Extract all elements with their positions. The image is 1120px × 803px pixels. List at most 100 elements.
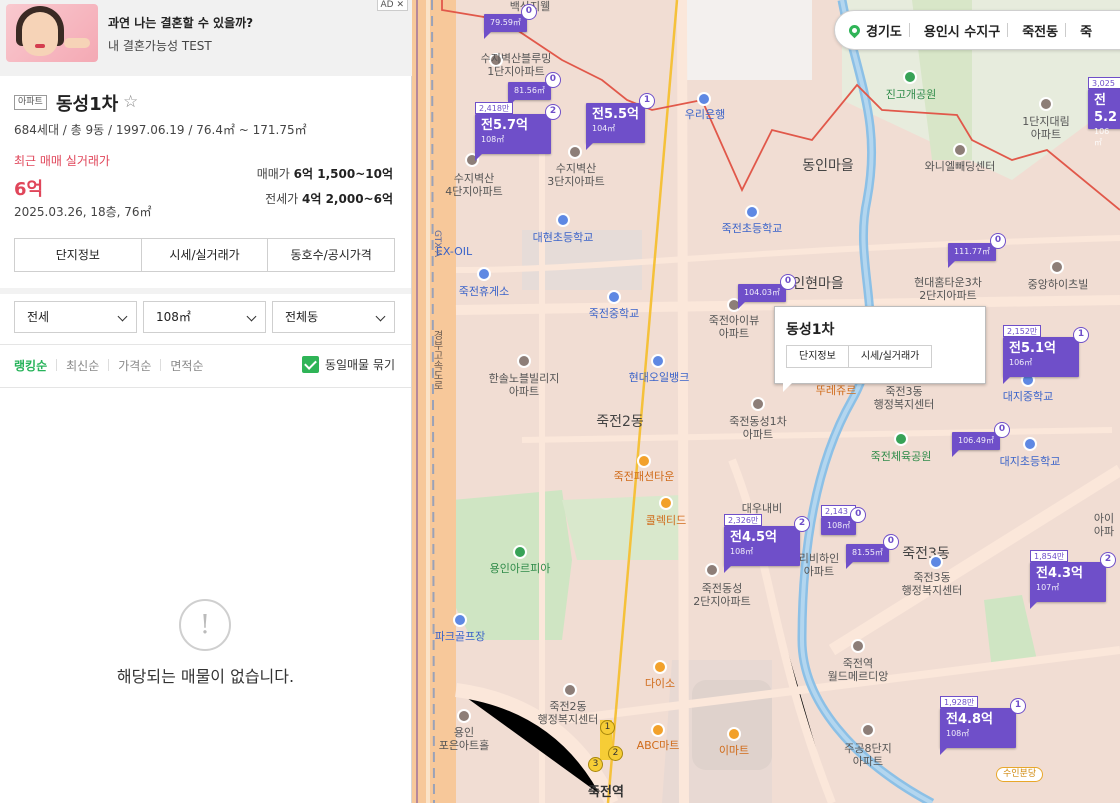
apartment-pin-icon[interactable] xyxy=(1039,97,1053,111)
map-label[interactable]: 죽전패션타운 xyxy=(614,470,675,483)
map-label[interactable]: 리비하인 아파트 xyxy=(799,552,839,578)
map-label[interactable]: 뚜레쥬르 xyxy=(816,384,856,397)
office-icon[interactable] xyxy=(929,555,943,569)
map-label[interactable]: 죽전3동 행정복지센터 xyxy=(902,571,963,597)
gas-station-icon[interactable] xyxy=(651,354,665,368)
map-label[interactable]: 죽전체육공원 xyxy=(871,450,932,463)
ad-banner[interactable]: 과연 나는 결혼할 수 있을까? 내 결혼가능성 TEST AD ✕ xyxy=(0,0,412,76)
rest-area-icon[interactable] xyxy=(477,267,491,281)
map-label[interactable]: 이마트 xyxy=(719,744,749,757)
area-select[interactable]: 108㎡ xyxy=(143,301,266,333)
listing-marker[interactable]: 1,854만 전4.3억 107㎡ 2 xyxy=(1030,550,1116,609)
marker-body[interactable]: 전4.5억 108㎡ xyxy=(724,526,800,566)
checkbox-checked-icon[interactable] xyxy=(301,356,319,373)
listing-marker[interactable]: 104.03㎡ 0 xyxy=(738,274,796,309)
map-label[interactable]: 수지벽산 4단지아파트 xyxy=(445,172,503,198)
popup-complex-info-button[interactable]: 단지정보 xyxy=(786,345,849,368)
shopping-icon[interactable] xyxy=(727,727,741,741)
breadcrumb-city[interactable]: 용인시 수지구 xyxy=(924,21,1000,40)
sort-price[interactable]: 가격순 xyxy=(118,357,151,374)
school-icon[interactable] xyxy=(607,290,621,304)
breadcrumb-province[interactable]: 경기도 xyxy=(866,21,902,40)
sort-ranking[interactable]: 랭킹순 xyxy=(14,357,47,374)
listing-marker[interactable]: 2,152만 전5.1억 106㎡ 1 xyxy=(1003,325,1089,384)
apartment-pin-icon[interactable] xyxy=(751,397,765,411)
group-same-listings-toggle[interactable]: 동일매물 묶기 xyxy=(301,356,395,373)
map-label[interactable]: 와니엘빼딩센터 xyxy=(925,160,996,173)
listing-marker[interactable]: 2,143만 108㎡ 0 xyxy=(821,505,867,535)
station-label[interactable]: 죽전역 xyxy=(588,786,624,799)
map-label[interactable]: 용인아르피아 xyxy=(490,562,551,575)
marker-body[interactable]: 전4.8억 108㎡ xyxy=(940,708,1016,748)
map-label[interactable]: 죽전역 월드메르디앙 xyxy=(828,657,889,683)
marker-body[interactable]: 106.49㎡ xyxy=(952,432,1000,450)
sort-latest[interactable]: 최신순 xyxy=(66,357,99,374)
map-label[interactable]: 콜렉티드 xyxy=(646,514,686,527)
apartment-pin-icon[interactable] xyxy=(568,145,582,159)
marker-body[interactable]: 전4.3억 107㎡ xyxy=(1030,562,1106,602)
tab-complex-info[interactable]: 단지정보 xyxy=(15,239,142,271)
listing-marker[interactable]: 81.56㎡ 0 xyxy=(508,72,561,107)
map-label[interactable]: 죽전아이뷰 아파트 xyxy=(709,314,760,340)
map-label[interactable]: ABC마트 xyxy=(637,739,680,752)
apartment-pin-icon[interactable] xyxy=(861,723,875,737)
map-canvas[interactable]: 수지벽산블루밍 1단지아파트 백산지웰 수지벽산 4단지아파트 수지벽산 3단지… xyxy=(412,0,1120,803)
map-label[interactable]: 죽전초등학교 xyxy=(722,222,783,235)
breadcrumb-dong[interactable]: 죽전동 xyxy=(1022,21,1058,40)
map-label[interactable]: 1단지대림 아파트 xyxy=(1022,115,1069,141)
sort-area[interactable]: 면적순 xyxy=(170,357,203,374)
office-icon[interactable] xyxy=(563,683,577,697)
marker-body[interactable]: 81.55㎡ xyxy=(846,544,889,562)
marker-body[interactable]: 전5.7억 108㎡ xyxy=(475,114,551,154)
map-label[interactable]: 현대오일뱅크 xyxy=(629,371,690,384)
shopping-icon[interactable] xyxy=(651,723,665,737)
listing-marker[interactable]: 2,326만 전4.5억 108㎡ 2 xyxy=(724,514,810,573)
place-pin-icon[interactable] xyxy=(953,143,967,157)
shopping-icon[interactable] xyxy=(659,496,673,510)
marker-body[interactable]: 전5.5억 104㎡ xyxy=(586,103,645,143)
school-icon[interactable] xyxy=(745,205,759,219)
map-label[interactable]: 죽전중학교 xyxy=(589,307,640,320)
map-label[interactable]: 주공8단지 아파트 xyxy=(844,742,891,768)
map-label[interactable]: 대지초등학교 xyxy=(1000,455,1061,468)
ad-close-badge[interactable]: AD ✕ xyxy=(376,0,408,11)
listing-marker[interactable]: 106.49㎡ 0 xyxy=(952,422,1010,457)
map-label[interactable]: 우리은행 xyxy=(685,108,725,121)
map-label[interactable]: 수지벽산 3단지아파트 xyxy=(547,162,605,188)
listing-marker[interactable]: 전5.5억 104㎡ 1 xyxy=(586,93,655,150)
popup-price-button[interactable]: 시세/실거래가 xyxy=(848,345,933,368)
map-label[interactable]: 파크골프장 xyxy=(435,630,486,643)
shopping-icon[interactable] xyxy=(637,454,651,468)
map-label[interactable]: 다이소 xyxy=(645,677,675,690)
marker-body[interactable]: 104.03㎡ xyxy=(738,284,786,302)
marker-body[interactable]: 111.77㎡ xyxy=(948,243,996,261)
complex-popup[interactable]: 동성1차 단지정보 시세/실거래가 xyxy=(774,306,986,392)
map-label[interactable]: 죽전동성 2단지아파트 xyxy=(693,582,751,608)
map-label[interactable]: 죽전휴게소 xyxy=(459,285,510,298)
apartment-pin-icon[interactable] xyxy=(517,354,531,368)
apartment-pin-icon[interactable] xyxy=(705,563,719,577)
map-label[interactable]: 수지벽산블루밍 1단지아파트 xyxy=(481,52,552,78)
subway-line-badge[interactable]: 수인분당 xyxy=(996,767,1044,782)
popup-title[interactable]: 동성1차 xyxy=(786,319,834,339)
park-icon[interactable] xyxy=(513,545,527,559)
breadcrumb-next[interactable]: 죽 xyxy=(1080,21,1092,40)
listing-marker[interactable]: 79.59㎡ 0 xyxy=(484,4,537,39)
dong-select[interactable]: 전체동 xyxy=(272,301,395,333)
listing-marker[interactable]: 3,025만 전5.2 106㎡ xyxy=(1088,77,1120,147)
marker-body[interactable]: 81.56㎡ xyxy=(508,82,551,100)
listing-marker[interactable]: 1,928만 전4.8억 108㎡ 1 xyxy=(940,696,1026,755)
marker-body[interactable]: 전5.1억 106㎡ xyxy=(1003,337,1079,377)
shopping-icon[interactable] xyxy=(653,660,667,674)
map-label[interactable]: 중앙하이츠빌 xyxy=(1028,278,1089,291)
star-outline-icon[interactable]: ☆ xyxy=(123,92,138,112)
park-icon[interactable] xyxy=(894,432,908,446)
listing-marker[interactable]: 111.77㎡ 0 xyxy=(948,233,1006,268)
map-label[interactable]: 대지중학교 xyxy=(1003,390,1054,403)
golf-icon[interactable] xyxy=(453,613,467,627)
tab-price-trades[interactable]: 시세/실거래가 xyxy=(141,239,269,271)
map-label[interactable]: 죽전동성1차 아파트 xyxy=(729,415,787,441)
school-icon[interactable] xyxy=(1023,437,1037,451)
map-label[interactable]: 죽전2동 행정복지센터 xyxy=(538,700,599,726)
apartment-pin-icon[interactable] xyxy=(1050,260,1064,274)
